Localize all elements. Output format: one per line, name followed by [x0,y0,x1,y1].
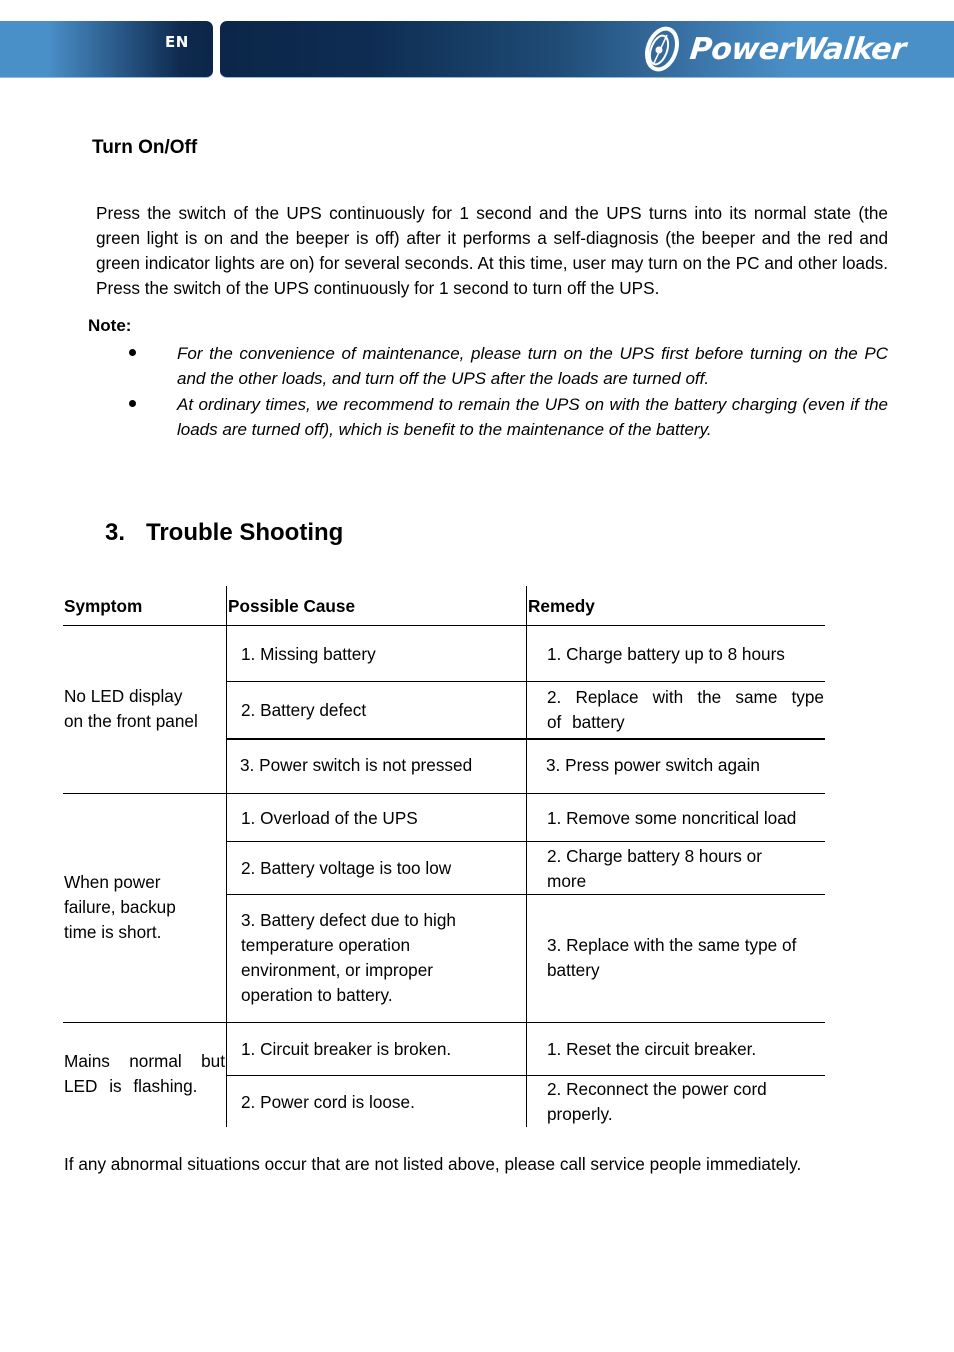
remedy-cell: 2. Replace with the same type of battery [547,687,824,732]
remedy-cell: 3. Press power switch again [546,755,760,775]
cause-cell: 2. Power cord is loose. [241,1092,415,1112]
symptom-line: on the front panel [64,711,198,731]
symptom-line: When power [64,872,161,892]
cause-cell: 3. Battery defect due to high temperatur… [241,910,456,1005]
section-number: 3. [105,519,126,546]
cause-cell: 1. Circuit breaker is broken. [241,1039,452,1059]
remedy-cell: 1. Charge battery up to 8 hours [547,644,785,664]
cause-cell: 2. Battery defect [241,700,367,720]
section-title-turn-on-off: Turn On/Off [92,137,198,158]
cause-cell: 1. Overload of the UPS [241,808,418,828]
note-text: At ordinary times, we recommend to remai… [177,395,888,439]
row-rule [226,894,825,895]
symptom-line: failure, backup [64,897,176,917]
page-header-banner: EN PowerWalker [0,21,954,78]
symptom-cell: When power failure, backup time is short… [64,870,224,945]
remedy-cell: 1. Reset the circuit breaker. [547,1039,757,1059]
section-heading-text: Trouble Shooting [146,519,344,546]
note-text: For the convenience of maintenance, plea… [177,344,888,388]
brand-logo: PowerWalker [632,25,908,73]
language-label: EN [165,33,189,51]
row-rule [226,841,825,842]
note-item: At ordinary times, we recommend to remai… [0,392,954,443]
column-divider [226,586,227,1127]
row-rule [226,681,825,682]
bullet-icon [129,400,136,407]
group-rule [63,793,825,794]
troubleshooting-footer-note: If any abnormal situations occur that ar… [64,1154,802,1174]
powerwalker-logo-icon [645,26,679,72]
remedy-cell: 2. Reconnect the power cord properly. [547,1079,767,1124]
bullet-icon [129,349,136,356]
column-header-remedy: Remedy [528,596,595,616]
cause-cell: 1. Missing battery [241,644,376,664]
note-label: Note: [88,316,132,335]
group-rule [63,1022,825,1023]
remedy-cell: 3. Replace with the same type of battery [547,935,797,980]
turn-on-off-paragraph: Press the switch of the UPS continuously… [96,203,888,298]
cause-cell: 2. Battery voltage is too low [241,858,452,878]
note-item: For the convenience of maintenance, plea… [0,341,954,392]
note-list: For the convenience of maintenance, plea… [0,341,954,443]
brand-name: PowerWalker [688,31,908,67]
header-left-band: EN [0,21,213,78]
remedy-cell: 1. Remove some noncritical load [547,808,797,828]
header-rule [63,625,825,626]
cause-cell: 3. Power switch is not pressed [240,755,473,775]
column-divider [526,586,527,1127]
row-rule [226,738,825,740]
section-heading-trouble-shooting: 3. Trouble Shooting [105,519,343,547]
symptom-line: time is short. [64,922,162,942]
symptom-cell: Mains normal but LED is flashing. [64,1051,225,1096]
row-rule [226,1075,825,1076]
remedy-cell: 2. Charge battery 8 hours or more [547,846,762,891]
column-header-symptom: Symptom [64,596,143,616]
column-header-possible-cause: Possible Cause [228,596,356,616]
symptom-line: No LED display [64,686,183,706]
symptom-cell: No LED display on the front panel [64,684,224,734]
